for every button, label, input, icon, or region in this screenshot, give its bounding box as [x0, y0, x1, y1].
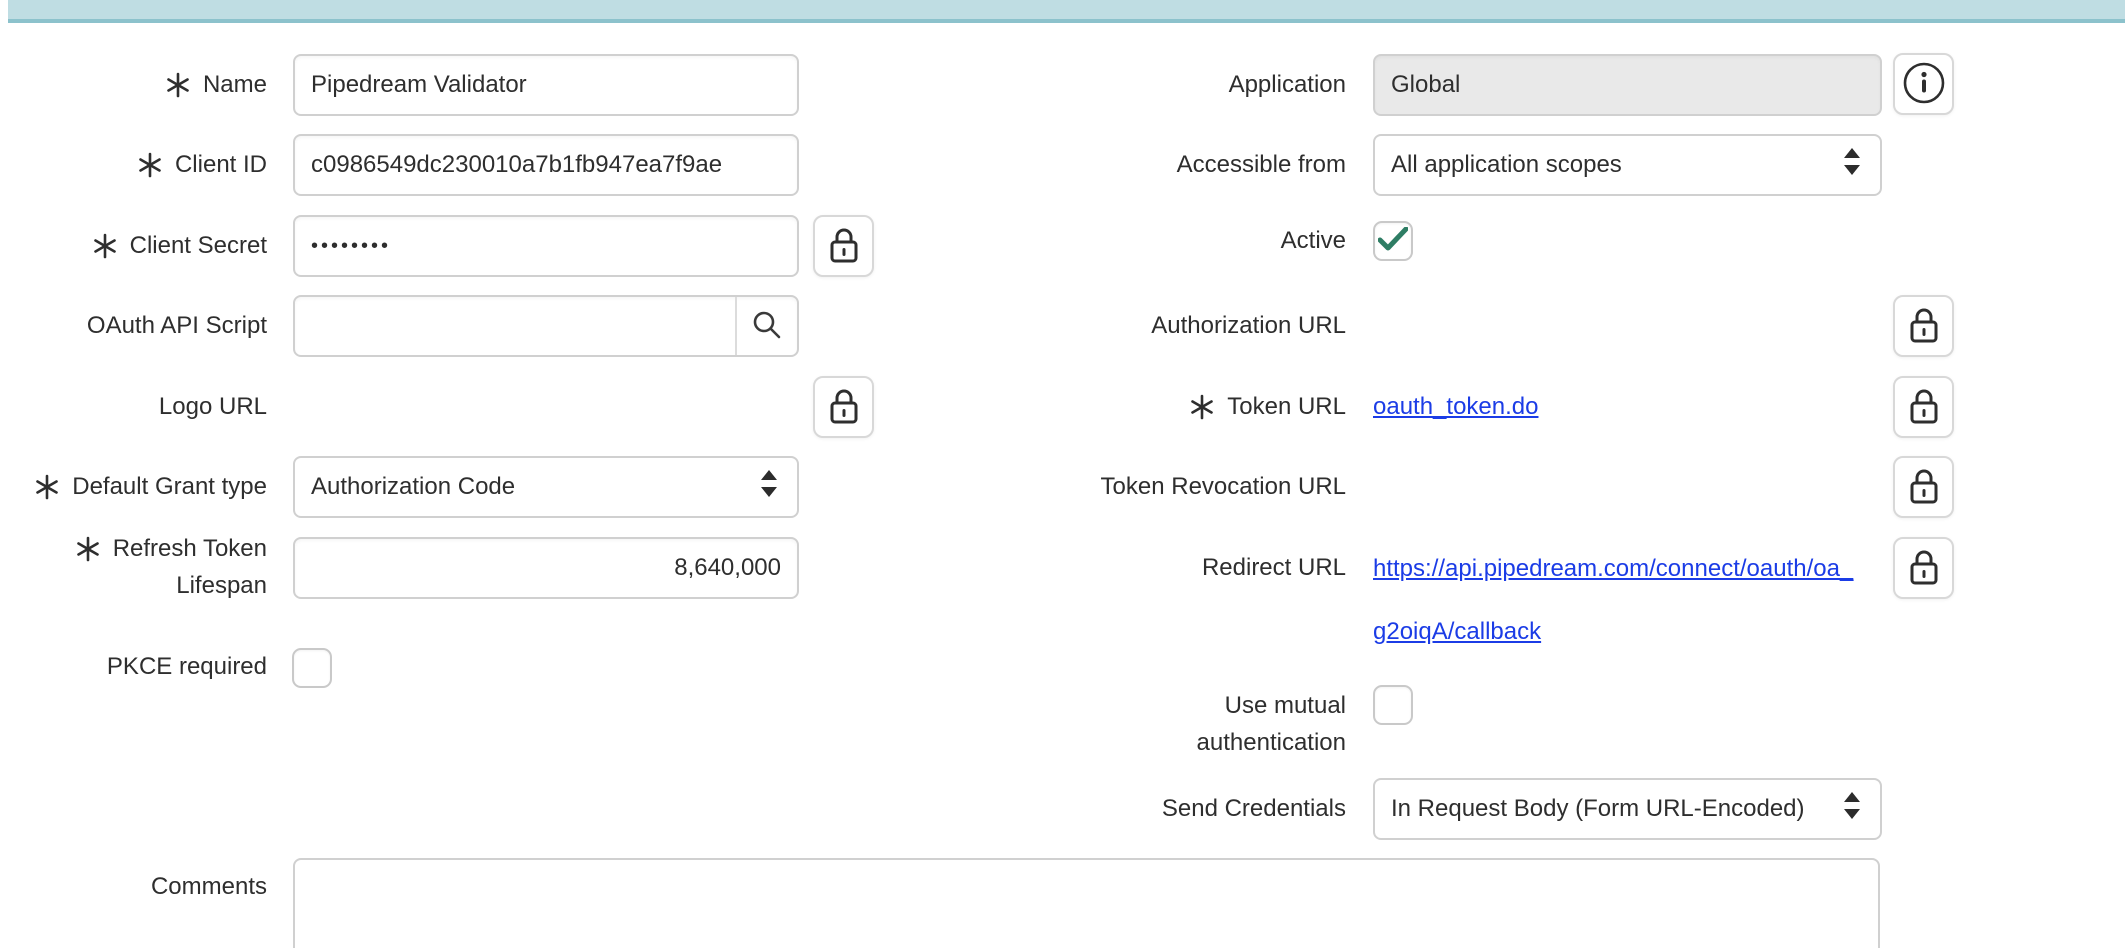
search-icon	[751, 309, 783, 344]
logo-url-lock-button[interactable]	[813, 376, 874, 438]
default-grant-type-label: Default Grant type	[0, 456, 267, 518]
lock-icon	[1907, 386, 1941, 429]
application-info-button[interactable]	[1893, 53, 1954, 115]
token-url-link[interactable]: oauth_token.do	[1373, 393, 1538, 421]
oauth-api-script-lookup-button[interactable]	[735, 297, 797, 355]
client-id-label: Client ID	[0, 134, 267, 196]
pkce-required-label: PKCE required	[0, 648, 267, 686]
client-secret-label: Client Secret	[0, 215, 267, 277]
client-id-input[interactable]	[293, 134, 799, 196]
oauth-registry-form: Name Client ID Client Secret OAuth API S…	[0, 0, 2128, 948]
refresh-token-lifespan-label: Refresh Token Lifespan	[0, 530, 267, 606]
select-stepper-icon	[1844, 148, 1860, 182]
info-icon	[1902, 61, 1946, 108]
authorization-url-lock-button[interactable]	[1893, 295, 1954, 357]
token-revocation-url-lock-button[interactable]	[1893, 456, 1954, 518]
active-checkbox[interactable]	[1373, 221, 1413, 261]
checkmark-icon	[1378, 227, 1408, 256]
form-header-bar	[8, 0, 2125, 23]
oauth-api-script-input[interactable]	[295, 297, 735, 355]
redirect-url-lock-button[interactable]	[1893, 537, 1954, 599]
application-input	[1373, 54, 1882, 116]
select-stepper-icon	[1844, 792, 1860, 826]
lock-icon	[1907, 305, 1941, 348]
token-url-label: Token URL	[946, 376, 1346, 438]
required-asterisk-icon	[137, 152, 163, 178]
application-label: Application	[946, 54, 1346, 116]
use-mutual-authentication-checkbox[interactable]	[1373, 685, 1413, 725]
redirect-url-link[interactable]: https://api.pipedream.com/connect/oauth/…	[1373, 555, 1853, 645]
pkce-required-checkbox[interactable]	[292, 648, 332, 688]
lock-icon	[1907, 466, 1941, 509]
logo-url-label: Logo URL	[0, 376, 267, 438]
select-stepper-icon	[761, 470, 777, 504]
default-grant-type-select[interactable]: Authorization Code	[293, 456, 799, 518]
name-label: Name	[0, 54, 267, 116]
client-secret-lock-button[interactable]	[813, 215, 874, 277]
send-credentials-select[interactable]: In Request Body (Form URL-Encoded)	[1373, 778, 1882, 840]
use-mutual-authentication-label: Use mutual authentication	[946, 687, 1346, 763]
redirect-url-label: Redirect URL	[946, 537, 1346, 599]
send-credentials-label: Send Credentials	[946, 778, 1346, 840]
oauth-api-script-label: OAuth API Script	[0, 295, 267, 357]
token-url-value: oauth_token.do	[1373, 376, 1538, 438]
oauth-api-script-field	[293, 295, 799, 357]
accessible-from-select[interactable]: All application scopes	[1373, 134, 1882, 196]
lock-icon	[827, 225, 861, 268]
required-asterisk-icon	[165, 72, 191, 98]
lock-icon	[827, 386, 861, 429]
required-asterisk-icon	[75, 536, 101, 562]
name-input[interactable]	[293, 54, 799, 116]
active-label: Active	[946, 221, 1346, 261]
required-asterisk-icon	[34, 474, 60, 500]
comments-textarea[interactable]	[293, 858, 1880, 948]
token-revocation-url-label: Token Revocation URL	[946, 456, 1346, 518]
required-asterisk-icon	[1189, 394, 1215, 420]
refresh-token-lifespan-input[interactable]	[293, 537, 799, 599]
redirect-url-value: https://api.pipedream.com/connect/oauth/…	[1373, 537, 1889, 663]
lock-icon	[1907, 547, 1941, 590]
token-url-lock-button[interactable]	[1893, 376, 1954, 438]
authorization-url-label: Authorization URL	[946, 295, 1346, 357]
accessible-from-label: Accessible from	[946, 134, 1346, 196]
comments-label: Comments	[0, 858, 267, 916]
required-asterisk-icon	[92, 233, 118, 259]
client-secret-input[interactable]	[293, 215, 799, 277]
